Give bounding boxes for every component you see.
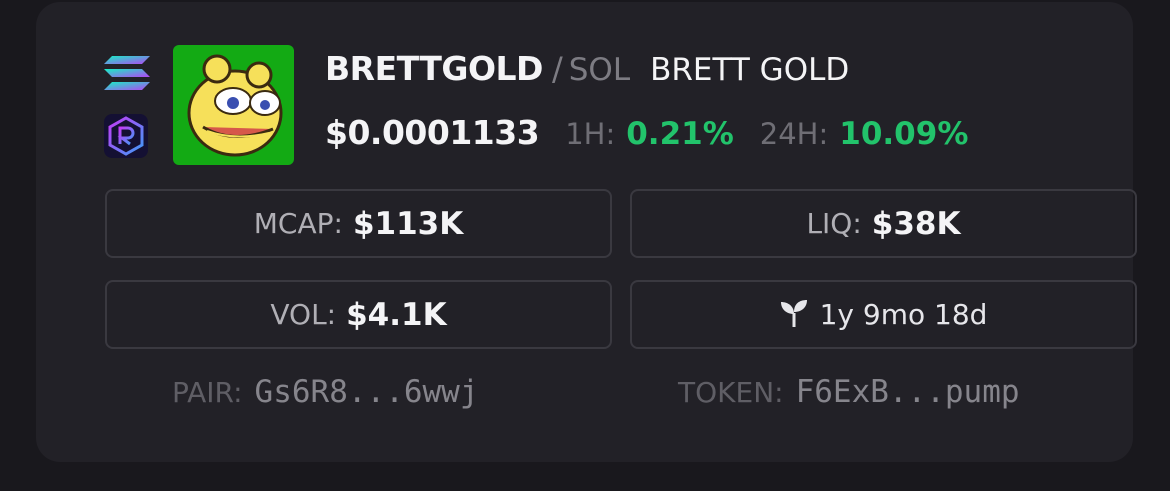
change-1h-label: 1H:: [565, 117, 616, 151]
vol-stat: VOL: $4.1K: [105, 280, 612, 349]
solana-icon: [104, 54, 150, 94]
change-1h-value: 0.21%: [626, 116, 734, 152]
liq-label: LIQ:: [806, 207, 862, 240]
vol-label: VOL:: [270, 298, 337, 331]
seedling-icon: [780, 298, 808, 332]
vol-value: $4.1K: [346, 296, 447, 333]
pair-age: 1y 9mo 18d: [819, 298, 988, 331]
price-row: $0.0001133 1H: 0.21% 24H: 10.09%: [325, 113, 968, 157]
pair-title: BRETTGOLD / SOL BRETT GOLD: [325, 49, 849, 93]
change-24h-label: 24H:: [759, 117, 829, 151]
pair-separator: /: [551, 50, 563, 88]
token-name: BRETT GOLD: [650, 52, 850, 88]
mcap-label: MCAP:: [253, 207, 343, 240]
token-price: $0.0001133: [325, 113, 540, 152]
pair-address[interactable]: PAIR: Gs6R8...6wwj: [172, 374, 479, 418]
quote-symbol: SOL: [568, 52, 631, 88]
token-avatar: [173, 45, 294, 165]
token-card: BRETTGOLD / SOL BRETT GOLD $0.0001133 1H…: [36, 2, 1137, 462]
token-symbol: BRETTGOLD: [325, 49, 543, 88]
liq-stat: LIQ: $38K: [630, 189, 1137, 258]
token-address-label: TOKEN:: [678, 376, 784, 409]
token-address[interactable]: TOKEN: F6ExB...pump: [678, 374, 1020, 418]
token-address-value[interactable]: F6ExB...pump: [796, 374, 1020, 410]
liq-value: $38K: [871, 205, 961, 242]
raydium-icon: [104, 114, 148, 158]
age-stat: 1y 9mo 18d: [630, 280, 1137, 349]
pair-address-label: PAIR:: [172, 376, 243, 409]
mcap-stat: MCAP: $113K: [105, 189, 612, 258]
pair-address-value[interactable]: Gs6R8...6wwj: [255, 374, 479, 410]
mcap-value: $113K: [352, 205, 464, 242]
change-24h-value: 10.09%: [839, 116, 969, 152]
